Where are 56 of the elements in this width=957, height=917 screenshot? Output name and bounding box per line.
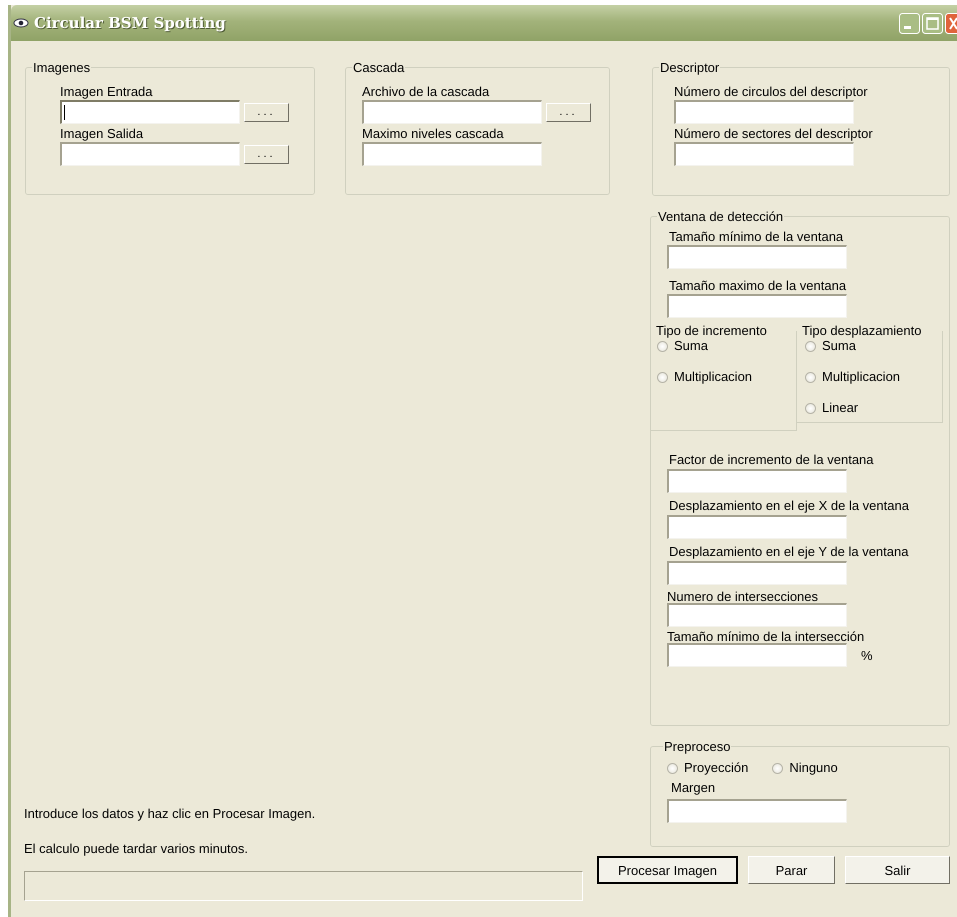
radio-option[interactable]: Suma [657, 338, 796, 354]
field-label: Numero de intersecciones [667, 591, 820, 603]
unit-label: % [861, 648, 873, 662]
close-icon[interactable] [945, 12, 957, 34]
field-label: Imagen Salida [60, 125, 144, 142]
text-field[interactable] [362, 100, 542, 124]
text-field[interactable] [674, 100, 854, 124]
minimize-icon[interactable] [899, 12, 920, 34]
field-label: Margen [671, 779, 716, 796]
field-label: Factor de incremento de la ventana [669, 451, 875, 468]
group-title: Preproceso [663, 739, 732, 754]
text-field[interactable] [667, 561, 847, 585]
status-message: El calculo puede tardar varios minutos. [24, 841, 250, 857]
text-field[interactable] [667, 469, 847, 493]
radio-option[interactable]: Proyección [667, 760, 748, 776]
group-title: Tipo desplazamiento [801, 323, 922, 338]
eye-icon [13, 18, 29, 28]
field-label: Desplazamiento en el eje X de la ventana [669, 497, 910, 514]
action-button[interactable]: Procesar Imagen [597, 856, 738, 884]
field-label: Tamaño mínimo de la intersección [667, 631, 866, 643]
group-title: Cascada [352, 60, 406, 75]
browse-button[interactable]: ... [546, 102, 591, 122]
radio-option[interactable]: Ninguno [772, 760, 838, 776]
group-title: Imagenes [32, 60, 92, 75]
field-label: Maximo niveles cascada [362, 125, 505, 142]
field-label: Archivo de la cascada [362, 83, 490, 100]
radio-option[interactable]: Multiplicacion [657, 369, 796, 385]
maximize-icon[interactable] [922, 12, 943, 34]
action-button[interactable]: Parar [748, 856, 835, 884]
field-label: Desplazamiento en el eje Y de la ventana [669, 543, 910, 560]
group-title: Ventana de detección [657, 209, 784, 224]
field-label: Número de sectores del descriptor [674, 125, 874, 142]
text-field[interactable] [667, 603, 847, 627]
field-label: Tamaño mínimo de la ventana [669, 228, 844, 245]
browse-button[interactable]: ... [244, 102, 289, 122]
radio-option[interactable]: Multiplicacion [805, 369, 942, 385]
field-label: Número de circulos del descriptor [674, 83, 869, 100]
browse-button[interactable]: ... [244, 144, 289, 164]
field-label: Imagen Entrada [60, 83, 154, 100]
window-title: Circular BSM Spotting [34, 14, 226, 32]
text-field[interactable] [674, 142, 854, 166]
text-field[interactable] [60, 100, 240, 124]
group-title: Tipo de incremento [655, 323, 768, 338]
text-field[interactable] [667, 294, 847, 318]
radio-option[interactable]: Linear [805, 400, 942, 416]
field-label: Tamaño maximo de la ventana [669, 277, 848, 294]
action-button[interactable]: Salir [845, 856, 950, 884]
text-field[interactable] [60, 142, 240, 166]
text-field[interactable] [667, 515, 847, 539]
text-field[interactable] [667, 245, 847, 269]
status-message: Introduce los datos y haz clic en Procesar Imagen. [24, 806, 316, 822]
radio-option[interactable]: Suma [805, 338, 942, 354]
text-field[interactable] [362, 142, 542, 166]
group-title: Descriptor [659, 60, 720, 75]
text-field[interactable] [667, 799, 847, 823]
text-field[interactable] [667, 643, 847, 667]
